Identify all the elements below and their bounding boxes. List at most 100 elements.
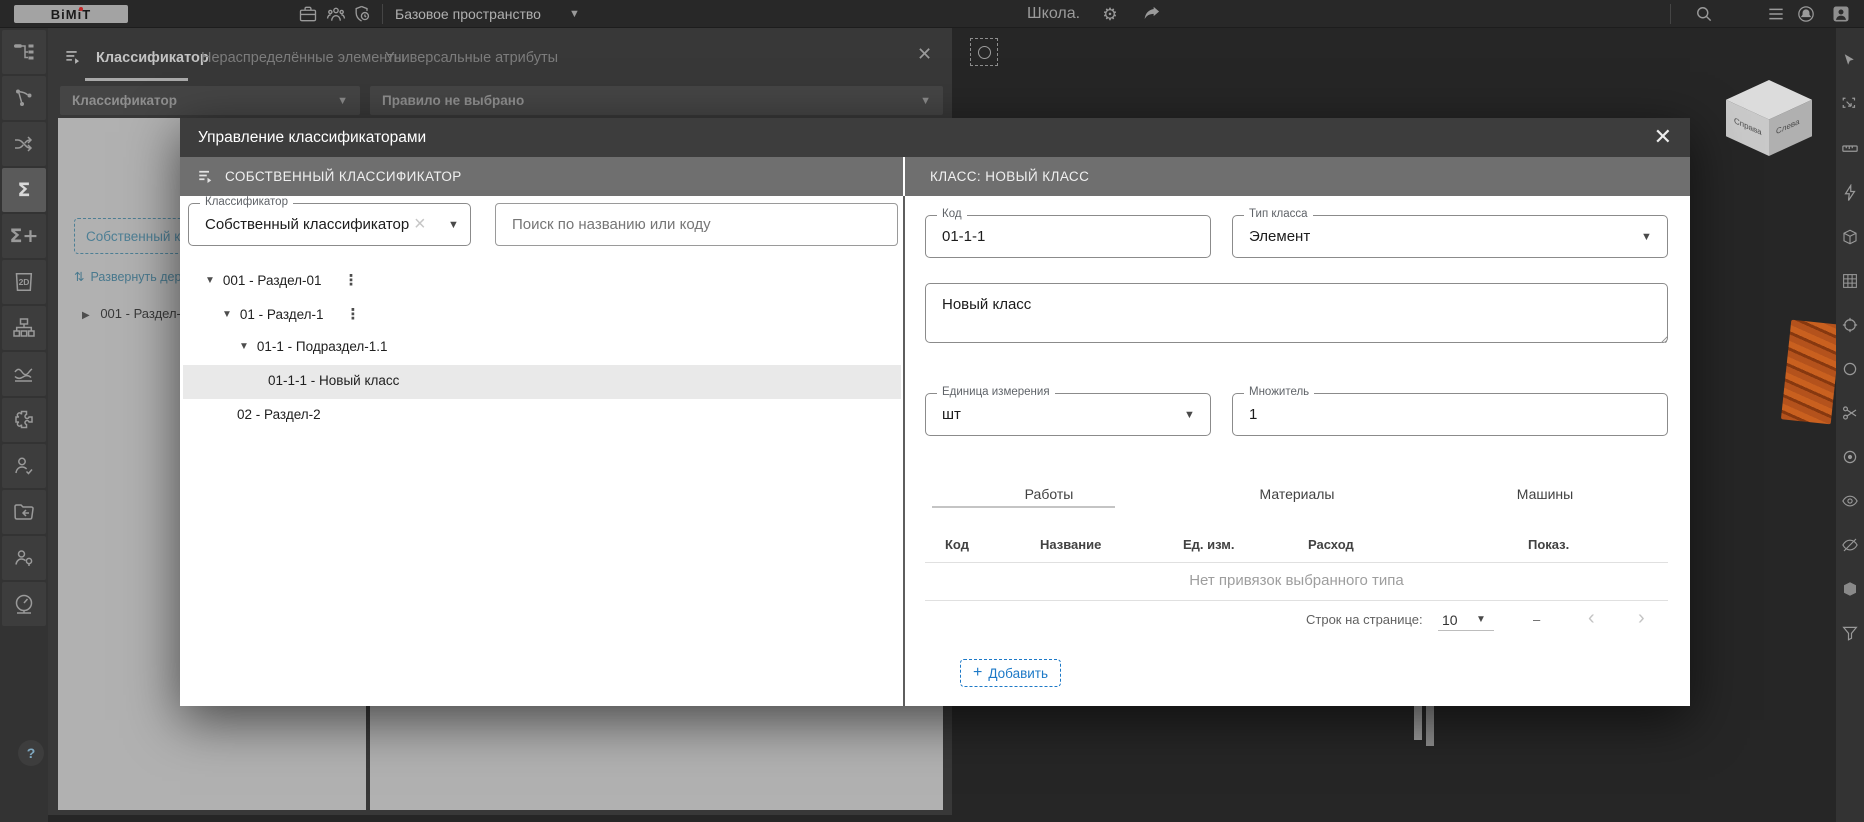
ruler-icon[interactable] xyxy=(1841,140,1859,158)
cube-3d-icon[interactable] xyxy=(1841,580,1859,598)
close-panel-icon[interactable]: ✕ xyxy=(917,44,932,65)
background-tree-item[interactable]: ▶ 001 - Раздел-01 xyxy=(82,306,195,321)
account-icon[interactable] xyxy=(1831,4,1851,24)
user-check-icon[interactable] xyxy=(2,444,46,488)
team-icon[interactable] xyxy=(326,4,346,24)
tab-works[interactable]: Работы xyxy=(925,486,1173,502)
unit-select-value: шт xyxy=(926,406,961,423)
shield-clock-icon[interactable] xyxy=(352,4,372,24)
column-header-usage: Расход xyxy=(1308,537,1354,552)
trend-lines-icon[interactable] xyxy=(2,352,46,396)
notifications-icon[interactable] xyxy=(1796,4,1816,24)
section-cut-icon[interactable] xyxy=(1841,404,1859,422)
tree-expanded-icon[interactable]: ▼ xyxy=(205,275,215,286)
area-select-icon[interactable] xyxy=(970,38,998,66)
fit-frame-icon[interactable] xyxy=(1841,96,1859,114)
folder-share-icon[interactable] xyxy=(2,490,46,534)
tree-search-input[interactable] xyxy=(496,216,897,233)
show-eye-icon[interactable] xyxy=(1841,492,1859,510)
hide-eye-icon[interactable] xyxy=(1841,536,1859,554)
classifier-dropdown-value: Классификатор xyxy=(72,93,177,108)
previous-page-icon[interactable]: ‹ xyxy=(1588,607,1595,630)
dialog-title: Управление классификаторами xyxy=(198,129,426,147)
circle-tool-icon[interactable] xyxy=(1841,360,1859,378)
tree-expanded-icon[interactable]: ▼ xyxy=(222,309,232,320)
list-icon[interactable] xyxy=(1766,4,1786,24)
class-type-select[interactable]: Тип класса Элемент ▼ xyxy=(1232,215,1668,258)
summary-icon-active[interactable]: Σ xyxy=(2,168,46,212)
help-button[interactable]: ? xyxy=(18,740,44,766)
next-page-icon[interactable]: › xyxy=(1638,607,1645,630)
tab-universal-attributes[interactable]: Универсальные атрибуты xyxy=(385,50,558,66)
briefcase-icon[interactable] xyxy=(298,4,318,24)
unit-select[interactable]: Единица измерения шт ▼ xyxy=(925,393,1211,436)
clear-icon[interactable]: × xyxy=(414,213,426,236)
doc-2d-icon[interactable]: 2D xyxy=(2,260,46,304)
grid-icon[interactable] xyxy=(1841,272,1859,290)
view-cube[interactable]: Справа Слева xyxy=(1726,80,1812,156)
search-icon[interactable] xyxy=(1694,4,1714,24)
multiplier-field[interactable]: Множитель xyxy=(1232,393,1668,436)
filter-funnel-icon[interactable] xyxy=(1841,624,1859,642)
row-menu-icon[interactable]: ⋮ xyxy=(344,271,359,289)
code-input[interactable] xyxy=(926,228,1210,245)
dashboard-gauge-icon[interactable] xyxy=(2,582,46,626)
target-icon[interactable] xyxy=(1841,316,1859,334)
summary-add-icon[interactable]: Σ+ xyxy=(2,214,46,258)
chevron-down-icon[interactable]: ▼ xyxy=(448,219,459,231)
tree-row[interactable]: 02 - Раздел-2 xyxy=(237,407,321,422)
expand-tree-link[interactable]: ⇅ Развернуть дере xyxy=(74,269,188,284)
row-menu-icon[interactable]: ⋮ xyxy=(346,305,361,323)
section-menu-icon[interactable] xyxy=(197,168,215,186)
classifier-dropdown[interactable]: Классификатор ▼ xyxy=(60,86,360,115)
model-tree-icon[interactable] xyxy=(2,30,46,74)
page-range-text: – xyxy=(1533,612,1540,627)
plugins-icon[interactable] xyxy=(2,398,46,442)
workspace-selector[interactable]: Базовое пространство ▼ xyxy=(395,6,580,22)
classifier-select[interactable]: Классификатор Собственный классификатор … xyxy=(188,203,471,246)
class-name-field[interactable]: Новый класс xyxy=(925,283,1668,343)
topbar-divider-right xyxy=(1670,4,1671,24)
tree-search-field[interactable] xyxy=(495,203,898,246)
share-icon[interactable] xyxy=(1142,4,1162,24)
chevron-down-icon[interactable]: ▼ xyxy=(1184,409,1195,421)
tab-unassigned-elements[interactable]: Нераспределённые элементы xyxy=(201,50,404,66)
gear-icon[interactable]: ⚙ xyxy=(1100,5,1120,25)
tree-row[interactable]: ▼ 01 - Раздел-1 ⋮ xyxy=(222,305,361,323)
tab-materials[interactable]: Материалы xyxy=(1173,486,1421,502)
chevron-down-icon[interactable]: ▼ xyxy=(1641,231,1652,243)
panel-menu-icon[interactable] xyxy=(64,48,83,67)
column-header-metric: Показ. xyxy=(1528,537,1569,552)
class-type-value: Элемент xyxy=(1233,228,1310,245)
tree-expanded-icon[interactable]: ▼ xyxy=(239,341,249,352)
chevron-down-icon[interactable]: ▼ xyxy=(1476,614,1486,625)
bolt-icon[interactable] xyxy=(1841,184,1859,202)
cursor-select-icon[interactable] xyxy=(1841,52,1859,70)
rule-dropdown[interactable]: Правило не выбрано ▼ xyxy=(370,86,943,115)
focus-point-icon[interactable] xyxy=(1841,448,1859,466)
rows-per-page-select[interactable]: 10 xyxy=(1442,612,1458,628)
org-chart-icon[interactable] xyxy=(2,306,46,350)
connections-icon[interactable] xyxy=(2,122,46,166)
multiplier-input[interactable] xyxy=(1233,406,1667,423)
code-field[interactable]: Код xyxy=(925,215,1211,258)
app-logo: BiMiT xyxy=(14,5,128,23)
tree-row-selected[interactable]: 01-1-1 - Новый класс xyxy=(268,373,399,388)
model-column xyxy=(1426,706,1434,746)
empty-table-message: Нет привязок выбранного типа xyxy=(925,572,1668,589)
tab-classifier[interactable]: Классификатор xyxy=(96,50,209,66)
chevron-down-icon: ▼ xyxy=(569,8,580,20)
box-icon[interactable] xyxy=(1841,228,1859,246)
relations-icon[interactable] xyxy=(2,76,46,120)
tree-row[interactable]: ▼ 01-1 - Подраздел-1.1 xyxy=(239,339,388,354)
workspace-selector-label: Базовое пространство xyxy=(395,6,541,22)
plus-icon: + xyxy=(973,664,982,682)
user-location-icon[interactable] xyxy=(2,536,46,580)
dialog-close-icon[interactable]: ✕ xyxy=(1654,126,1672,148)
panel-divider xyxy=(903,196,905,706)
tree-row[interactable]: ▼ 001 - Раздел-01 ⋮ xyxy=(205,271,359,289)
tab-machines[interactable]: Машины xyxy=(1421,486,1669,502)
tree-row-label: 001 - Раздел-01 xyxy=(223,273,322,288)
right-section-title: КЛАСС: НОВЫЙ КЛАСС xyxy=(930,169,1089,184)
add-binding-button[interactable]: + Добавить xyxy=(960,659,1061,687)
